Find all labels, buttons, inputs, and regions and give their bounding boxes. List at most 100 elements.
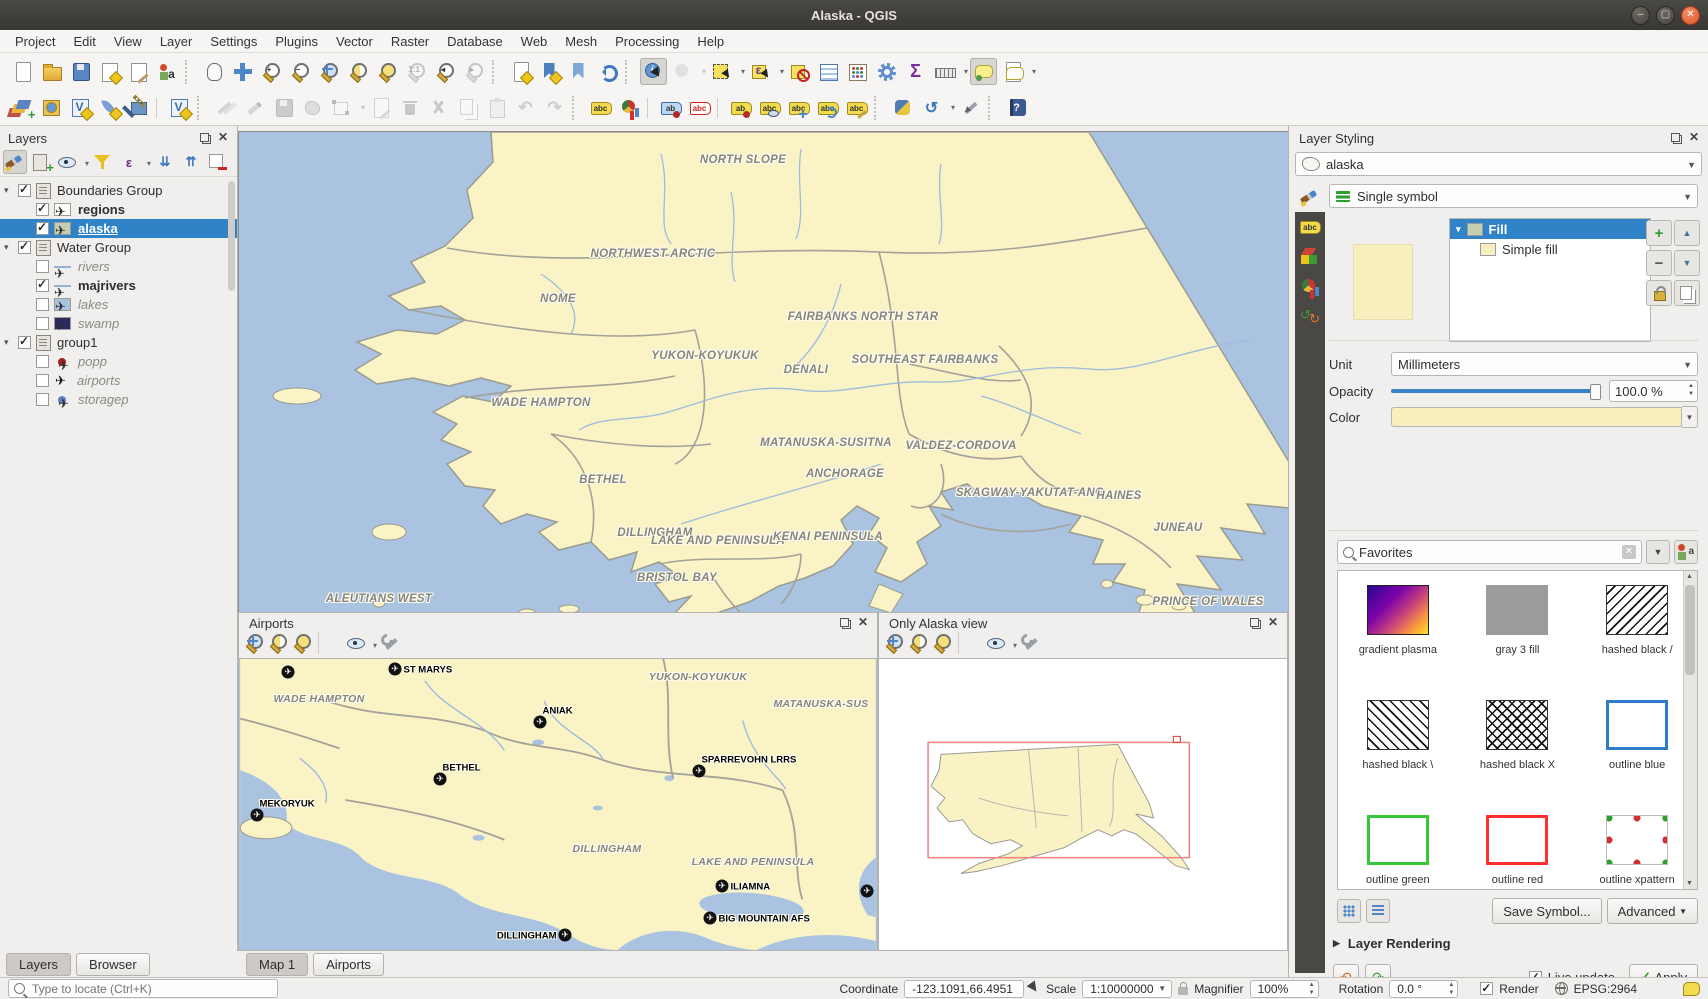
zoom-in[interactable]: + xyxy=(258,58,285,85)
show-bookmarks[interactable] xyxy=(565,58,592,85)
layer-checkbox[interactable] xyxy=(36,203,49,216)
data-source-manager[interactable]: + xyxy=(9,94,36,121)
layer-checkbox[interactable] xyxy=(36,260,49,273)
renderer-selector[interactable]: Single symbol ▼ xyxy=(1329,184,1698,208)
toolbar-button[interactable] xyxy=(717,98,723,118)
map-tips[interactable] xyxy=(970,58,997,85)
style-manager[interactable]: a xyxy=(154,58,181,85)
layer-selector[interactable]: alaska ▼ xyxy=(1295,152,1702,176)
advanced-button[interactable]: Advanced ▼ xyxy=(1607,898,1698,924)
collapse-all[interactable]: ⇈ xyxy=(179,150,203,174)
tab-symbology[interactable] xyxy=(1295,182,1325,212)
set-view-theme[interactable] xyxy=(345,632,367,654)
undo[interactable]: ↶ xyxy=(512,94,539,121)
add-group[interactable]: + xyxy=(29,150,53,174)
processing-history[interactable]: ↺ xyxy=(918,94,945,121)
style-manager-button[interactable]: a xyxy=(1674,540,1698,564)
symbol-item[interactable]: gray 3 fill xyxy=(1458,579,1578,694)
scale-combo[interactable]: ▼ xyxy=(1082,980,1172,998)
modify-attributes[interactable] xyxy=(367,94,394,121)
magnifier-input[interactable] xyxy=(1256,981,1304,997)
new-map-view[interactable] xyxy=(507,58,534,85)
redo[interactable]: ↷ xyxy=(541,94,568,121)
crs-value[interactable]: EPSG:2964 xyxy=(1574,982,1637,996)
layer-tree-row[interactable]: ▾ ✈ group1 xyxy=(0,333,237,352)
change-label[interactable]: abc xyxy=(843,94,870,121)
spin-arrows-icon[interactable]: ▲▼ xyxy=(1448,981,1454,997)
layer-checkbox[interactable] xyxy=(36,222,49,235)
menu-item[interactable]: Processing xyxy=(606,32,688,51)
show-layout-manager[interactable] xyxy=(125,58,152,85)
tab-labels[interactable]: abc xyxy=(1295,212,1325,242)
symbols-scrollbar[interactable]: ▲ ▼ xyxy=(1683,571,1697,889)
layer-tree-row[interactable]: ▾ ✈ Water Group xyxy=(0,238,237,257)
close-panel-icon[interactable] xyxy=(858,618,869,629)
collapse-arrow-icon[interactable]: ▶ xyxy=(1333,938,1340,949)
open-project[interactable] xyxy=(38,58,65,85)
unit-selector[interactable]: Millimeters ▼ xyxy=(1391,352,1698,376)
layer-labeling-options[interactable]: abc xyxy=(587,94,614,121)
minimize-icon[interactable]: – xyxy=(1631,6,1650,25)
clear-search-icon[interactable]: ✕ xyxy=(1622,545,1636,559)
float-panel-icon[interactable] xyxy=(840,618,851,629)
copy-features[interactable] xyxy=(454,94,481,121)
open-layer-styling-dock[interactable] xyxy=(3,150,27,174)
layer-checkbox[interactable] xyxy=(18,336,31,349)
zoom-out[interactable]: − xyxy=(287,58,314,85)
pin-labels[interactable]: ab xyxy=(657,94,684,121)
extents-pointer-icon[interactable] xyxy=(1027,980,1044,998)
map-canvas[interactable]: NORTH SLOPENORTHWEST ARCTICNOMEFAIRBANKS… xyxy=(238,131,1290,614)
menu-item[interactable]: Plugins xyxy=(266,32,327,51)
opacity-spinbox[interactable]: 100.0 % ▲▼ xyxy=(1609,380,1698,402)
layer-tree-row[interactable]: ▾ ✈ airports xyxy=(0,371,237,390)
pan-to-selection[interactable] xyxy=(229,58,256,85)
zoom-full[interactable] xyxy=(244,632,266,654)
help-contents[interactable]: ? xyxy=(1003,94,1030,121)
layer-tree-row[interactable]: ▾ ✈ swamp xyxy=(0,314,237,333)
layer-tree-row[interactable]: ▾ ✈ rivers xyxy=(0,257,237,276)
layer-tree-row[interactable]: ▾ ✈ lakes xyxy=(0,295,237,314)
duplicate-symbol-layer[interactable] xyxy=(1674,280,1700,306)
manage-map-themes[interactable] xyxy=(55,150,79,174)
magnifier-spinbox[interactable]: ▲▼ xyxy=(1250,980,1319,998)
new-shapefile-layer[interactable]: V xyxy=(67,94,94,121)
menu-item[interactable]: Help xyxy=(688,32,733,51)
alaska-overview-canvas[interactable] xyxy=(879,658,1287,950)
spin-arrows-icon[interactable]: ▲▼ xyxy=(1688,382,1694,398)
layer-tree-row[interactable]: ▾ ✈ popp xyxy=(0,352,237,371)
cut-features[interactable] xyxy=(425,94,452,121)
layer-tree-row[interactable]: ▾ ✈ storagep xyxy=(0,390,237,409)
locator-bar[interactable] xyxy=(8,979,278,998)
float-panel-icon[interactable] xyxy=(200,133,211,144)
symbol-item[interactable]: gradient plasma xyxy=(1338,579,1458,694)
layer-diagram-options[interactable] xyxy=(616,94,643,121)
new-project[interactable] xyxy=(9,58,36,85)
toolbar-button[interactable] xyxy=(874,96,885,120)
symbol-tree-child[interactable]: Simple fill xyxy=(1450,239,1650,259)
color-dropdown-icon[interactable]: ▼ xyxy=(1682,406,1698,428)
tab-3d-view[interactable] xyxy=(1295,242,1325,272)
locate-input[interactable] xyxy=(30,981,272,997)
rotation-input[interactable] xyxy=(1395,981,1443,997)
delete-selected[interactable] xyxy=(396,94,423,121)
menu-item[interactable]: Web xyxy=(512,32,557,51)
filter-by-expression[interactable]: ε xyxy=(117,150,141,174)
new-virtual-layer[interactable]: V xyxy=(166,94,193,121)
maximize-icon[interactable]: ▢ xyxy=(1656,6,1675,25)
zoom-to-layer[interactable] xyxy=(932,632,954,654)
expander-icon[interactable]: ▾ xyxy=(4,185,18,196)
slider-handle[interactable] xyxy=(1590,384,1601,400)
new-geopackage-layer[interactable] xyxy=(38,94,65,121)
expand-all[interactable]: ⇊ xyxy=(153,150,177,174)
symbol-item[interactable]: outline blue xyxy=(1577,694,1697,809)
zoom-to-layer[interactable] xyxy=(292,632,314,654)
layer-tree-row[interactable]: ▾ ✈ regions xyxy=(0,200,237,219)
measure-line[interactable] xyxy=(931,58,958,85)
coordinate-input[interactable] xyxy=(910,981,1018,997)
layer-checkbox[interactable] xyxy=(36,317,49,330)
list-view-button[interactable] xyxy=(1366,899,1390,923)
new-print-layout[interactable] xyxy=(96,58,123,85)
menu-item[interactable]: Layer xyxy=(151,32,202,51)
new-memory-layer[interactable] xyxy=(125,94,152,121)
opacity-slider[interactable] xyxy=(1391,389,1601,393)
